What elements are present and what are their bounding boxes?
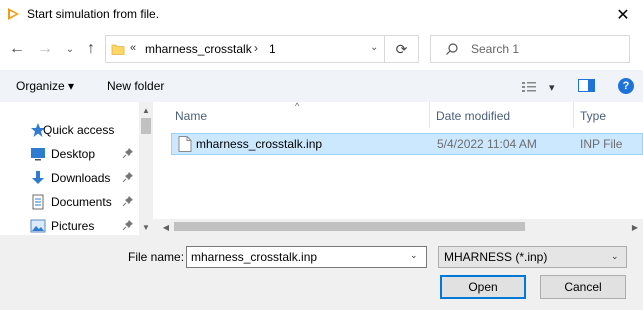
- change-view-button[interactable]: ▾: [521, 78, 561, 96]
- preview-pane-icon[interactable]: [578, 79, 595, 92]
- file-row-selected[interactable]: mharness_crosstalk.inp 5/4/2022 11:04 AM…: [171, 133, 643, 155]
- breadcrumb-1[interactable]: 1: [269, 42, 276, 56]
- column-header-date-modified[interactable]: Date modified: [436, 109, 510, 123]
- back-button[interactable]: ←: [8, 38, 26, 60]
- nav-pane-scroll-thumb[interactable]: [141, 118, 151, 134]
- folder-icon: [111, 44, 125, 55]
- breadcrumb-mharness-crosstalk[interactable]: mharness_crosstalk: [145, 42, 252, 56]
- pin-icon[interactable]: [122, 171, 134, 183]
- column-header-type[interactable]: Type: [580, 109, 606, 123]
- nav-item-desktop[interactable]: Desktop: [0, 143, 140, 165]
- nav-item-documents[interactable]: Documents: [0, 191, 140, 213]
- up-button[interactable]: ↑: [82, 38, 100, 60]
- file-date-modified: 5/4/2022 11:04 AM: [437, 137, 537, 151]
- column-header-row: Name Date modified Type: [167, 102, 643, 128]
- search-icon: [446, 43, 458, 55]
- cancel-button[interactable]: Cancel: [540, 275, 626, 299]
- chevron-down-icon: ⌄: [611, 251, 619, 261]
- file-icon: [178, 136, 192, 152]
- breadcrumb-separator[interactable]: ›: [254, 41, 258, 55]
- list-view-icon: [522, 82, 536, 92]
- nav-item-label: Downloads: [51, 171, 111, 185]
- pictures-icon: [30, 219, 46, 233]
- nav-item-label: Documents: [51, 195, 112, 209]
- file-name-dropdown-icon[interactable]: ⌄: [410, 250, 418, 261]
- new-folder-button[interactable]: New folder: [107, 79, 164, 93]
- pin-icon[interactable]: [122, 195, 134, 207]
- nav-item-pictures[interactable]: Pictures: [0, 215, 140, 237]
- file-name: mharness_crosstalk.inp: [196, 137, 323, 151]
- navigation-pane: Quick access Desktop Downloads Documents: [0, 102, 153, 235]
- help-icon[interactable]: ?: [618, 78, 634, 94]
- horizontal-scroll-thumb[interactable]: [174, 222, 525, 231]
- desktop-icon: [31, 148, 45, 161]
- pin-icon[interactable]: [122, 147, 134, 159]
- window-title: Start simulation from file.: [27, 7, 160, 21]
- column-divider[interactable]: [429, 102, 430, 128]
- documents-icon: [32, 194, 44, 210]
- view-dropdown-icon: ▾: [549, 81, 555, 94]
- recent-locations-button[interactable]: ⌄: [63, 38, 77, 60]
- column-divider[interactable]: [573, 102, 574, 128]
- app-logo-icon: [8, 8, 19, 20]
- command-toolbar: Organize ▾ New folder ▾ ?: [0, 70, 643, 102]
- address-bar[interactable]: « mharness_crosstalk › 1 ⌄: [105, 35, 419, 63]
- search-input[interactable]: Search 1: [430, 35, 630, 63]
- address-overflow-chevron[interactable]: «: [130, 42, 136, 54]
- scroll-up-arrow[interactable]: ▲: [139, 104, 153, 116]
- nav-item-downloads[interactable]: Downloads: [0, 167, 140, 189]
- pin-icon[interactable]: [122, 219, 134, 231]
- column-header-name[interactable]: Name: [175, 109, 207, 123]
- search-placeholder: Search 1: [471, 42, 520, 56]
- file-type: INP File: [580, 137, 623, 151]
- forward-button[interactable]: →: [36, 38, 54, 60]
- address-dropdown-button[interactable]: ⌄: [370, 42, 378, 53]
- file-name-label: File name:: [128, 250, 185, 264]
- close-button[interactable]: ✕: [606, 2, 640, 28]
- scroll-right-arrow[interactable]: ▶: [629, 220, 641, 234]
- file-type-value: MHARNESS (*.inp): [444, 250, 548, 264]
- nav-item-label: Pictures: [51, 219, 95, 233]
- nav-item-label: Desktop: [51, 147, 96, 161]
- organize-button[interactable]: Organize ▾: [16, 79, 74, 93]
- file-name-input[interactable]: [186, 246, 427, 268]
- download-icon: [32, 171, 44, 184]
- refresh-button[interactable]: ⟳: [384, 36, 418, 62]
- file-type-select[interactable]: MHARNESS (*.inp) ⌄: [438, 246, 627, 268]
- scroll-left-arrow[interactable]: ◀: [160, 220, 172, 234]
- nav-item-label: Quick access: [43, 123, 115, 137]
- scroll-down-arrow[interactable]: ▼: [139, 221, 153, 233]
- nav-item-quick-access[interactable]: Quick access: [0, 119, 140, 141]
- open-button[interactable]: Open: [440, 275, 526, 299]
